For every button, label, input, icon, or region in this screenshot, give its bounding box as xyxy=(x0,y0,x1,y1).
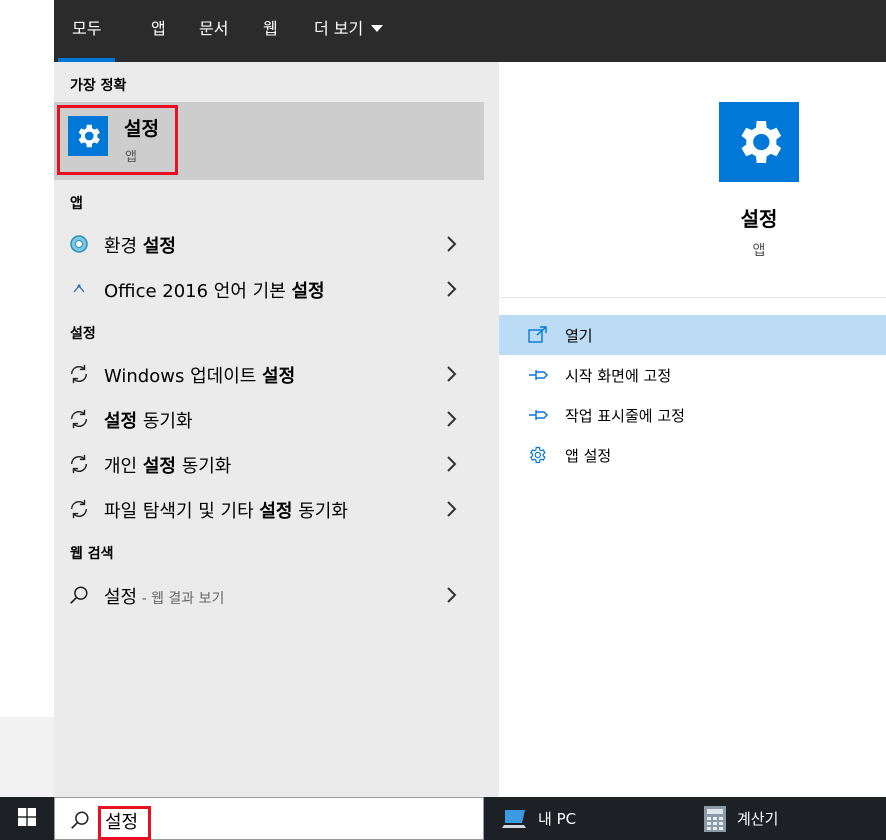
result-post: 동기화 xyxy=(137,411,193,432)
result-post: 동기화 xyxy=(292,501,348,522)
windows-logo-icon xyxy=(18,807,36,830)
taskbar: 설정 내 PC 계산기 xyxy=(0,797,886,840)
taskbar-item-label: 계산기 xyxy=(737,810,779,828)
result-label: 환경 설정 xyxy=(104,232,176,258)
section-apps: 앱 xyxy=(70,196,83,212)
result-bold: 설정 xyxy=(262,366,296,387)
section-settings: 설정 xyxy=(70,326,96,342)
taskbar-item-label: 내 PC xyxy=(538,810,577,828)
open-icon xyxy=(527,325,549,345)
result-post: 동기화 xyxy=(175,456,232,477)
search-icon xyxy=(68,584,90,606)
result-sync-settings[interactable]: 설정 동기화 xyxy=(54,397,484,441)
taskbar-search-box[interactable]: 설정 xyxy=(54,797,484,840)
gear-icon xyxy=(527,445,549,465)
tab-apps[interactable]: 앱 xyxy=(151,0,166,62)
pin-icon xyxy=(527,365,549,385)
action-pin-start[interactable]: 시작 화면에 고정 xyxy=(499,355,886,395)
result-bold: 설정 xyxy=(291,281,325,302)
result-bold: 설정 xyxy=(142,236,176,257)
result-windows-update[interactable]: Windows 업데이트 설정 xyxy=(54,352,484,396)
tab-all[interactable]: 모두 xyxy=(57,0,117,62)
result-explorer-sync[interactable]: 파일 탐색기 및 기타 설정 동기화 xyxy=(54,487,484,531)
filter-tab-bar: 모두 앱 문서 웹 더 보기 xyxy=(54,0,886,62)
result-label: Windows 업데이트 설정 xyxy=(104,362,295,388)
highlight-box xyxy=(57,105,178,175)
result-pre: Office 2016 언어 기본 xyxy=(104,281,292,302)
result-personal-sync[interactable]: 개인 설정 동기화 xyxy=(54,442,484,486)
result-label: Office 2016 언어 기본 설정 xyxy=(104,277,325,303)
tab-web[interactable]: 웹 xyxy=(263,0,278,62)
action-label: 열기 xyxy=(565,327,593,345)
desktop-background xyxy=(0,0,54,797)
result-pre: 개인 xyxy=(104,456,143,477)
chevron-right-icon[interactable] xyxy=(446,410,458,432)
sync-icon xyxy=(68,498,90,520)
result-pre: Windows 업데이트 xyxy=(104,366,263,387)
chevron-right-icon[interactable] xyxy=(446,500,458,522)
result-label: 설정 - 웹 결과 보기 xyxy=(104,583,224,609)
highlight-box xyxy=(98,806,151,840)
web-query: 설정 xyxy=(104,587,138,608)
office-language-icon xyxy=(68,278,90,300)
taskbar-item-calculator[interactable]: 계산기 xyxy=(703,797,778,840)
tab-documents[interactable]: 문서 xyxy=(199,0,228,62)
caret-down-icon xyxy=(371,25,384,32)
action-label: 작업 표시줄에 고정 xyxy=(565,407,685,425)
result-web-search[interactable]: 설정 - 웹 결과 보기 xyxy=(54,573,484,617)
result-control-panel[interactable]: 환경 설정 xyxy=(54,222,484,266)
action-label: 앱 설정 xyxy=(565,447,612,465)
control-panel-icon xyxy=(68,233,90,255)
web-suffix: - 웹 결과 보기 xyxy=(137,591,225,607)
result-pre: 파일 탐색기 및 기타 xyxy=(104,501,260,522)
tab-more-label: 더 보기 xyxy=(314,19,364,38)
desktop-background-lower xyxy=(0,717,54,797)
taskbar-item-my-pc[interactable]: 내 PC xyxy=(502,797,576,840)
result-bold: 설정 xyxy=(142,456,176,477)
chevron-right-icon[interactable] xyxy=(446,586,458,608)
start-button[interactable] xyxy=(0,797,54,840)
result-bold: 설정 xyxy=(259,501,293,522)
calculator-icon xyxy=(703,805,727,833)
chevron-right-icon[interactable] xyxy=(446,235,458,257)
divider xyxy=(499,297,886,298)
result-label: 개인 설정 동기화 xyxy=(104,452,231,478)
preview-subtitle: 앱 xyxy=(752,243,766,259)
action-pin-taskbar[interactable]: 작업 표시줄에 고정 xyxy=(499,395,886,435)
preview-title: 설정 xyxy=(740,207,778,231)
sync-icon xyxy=(68,408,90,430)
chevron-right-icon[interactable] xyxy=(446,455,458,477)
pin-icon xyxy=(527,405,549,425)
panel-gap xyxy=(484,62,499,797)
action-label: 시작 화면에 고정 xyxy=(565,367,672,385)
result-pre: 환경 xyxy=(104,236,143,257)
section-web-search: 웹 검색 xyxy=(70,546,114,562)
action-app-settings[interactable]: 앱 설정 xyxy=(499,435,886,475)
pc-icon xyxy=(502,807,528,831)
search-icon xyxy=(69,809,91,835)
search-panel: 모두 앱 문서 웹 더 보기 가장 정확 설정 앱 앱 환경 설정 Office… xyxy=(54,0,886,797)
result-label: 파일 탐색기 및 기타 설정 동기화 xyxy=(104,497,348,523)
tab-more[interactable]: 더 보기 xyxy=(314,0,384,62)
section-best-match: 가장 정확 xyxy=(70,78,127,94)
gear-icon xyxy=(719,102,799,182)
sync-icon xyxy=(68,363,90,385)
action-open[interactable]: 열기 xyxy=(499,315,886,355)
result-office-language[interactable]: Office 2016 언어 기본 설정 xyxy=(54,267,484,311)
result-label: 설정 동기화 xyxy=(104,407,193,433)
chevron-right-icon[interactable] xyxy=(446,280,458,302)
sync-icon xyxy=(68,453,90,475)
result-bold: 설정 xyxy=(104,411,138,432)
chevron-right-icon[interactable] xyxy=(446,365,458,387)
